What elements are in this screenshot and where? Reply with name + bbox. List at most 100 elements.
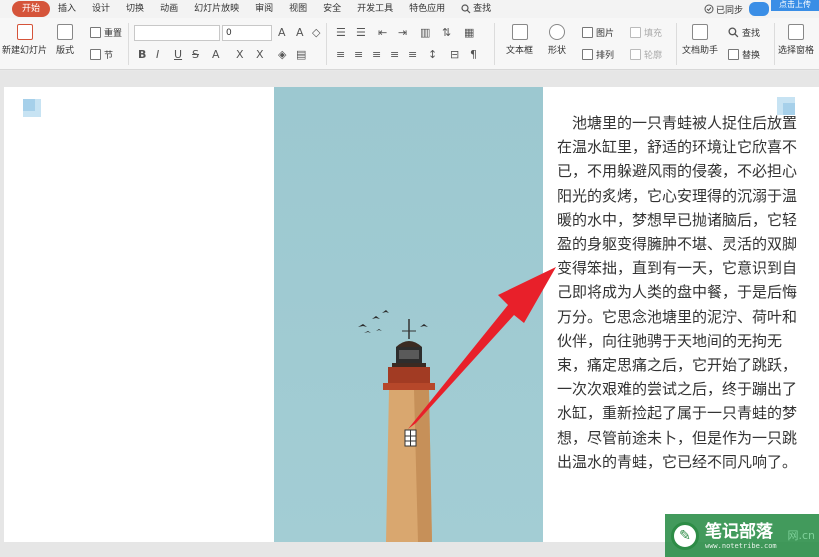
watermark-url: www.notetribe.com [705, 541, 777, 550]
align-left-icon[interactable]: ≡ [336, 48, 345, 61]
bullet-list-icon[interactable]: ☰ [336, 26, 346, 39]
new-slide-label: 新建幻灯片 [2, 46, 48, 56]
ribbon-toolbar: 新建幻灯片 版式 重置 节 0 A A ◇ B I U S A X X ◈ ▤ … [0, 18, 819, 70]
picture-label: 图片 [596, 29, 615, 39]
watermark-title: 笔记部落 [705, 521, 773, 542]
menu-tab-start[interactable]: 开始 [12, 1, 51, 17]
replace-button[interactable]: 替换 [728, 48, 760, 61]
pen-logo-icon: ✎ [671, 521, 699, 550]
layout-icon [57, 24, 73, 40]
doc-assistant-icon [692, 24, 708, 40]
fill-icon [630, 27, 641, 38]
font-size-select[interactable]: 0 [222, 25, 272, 41]
underline-icon[interactable]: U [174, 48, 182, 61]
arrange-button[interactable]: 排列 [582, 48, 614, 61]
select-pane-button[interactable]: 选择窗格 [778, 24, 814, 56]
layout-button[interactable]: 版式 [56, 24, 74, 56]
sync-check-icon [704, 4, 714, 14]
paragraph-icon[interactable]: ¶ [470, 48, 477, 61]
menu-tab-developer[interactable]: 开发工具 [349, 1, 401, 17]
replace-icon [728, 49, 739, 60]
superscript-icon[interactable]: X [236, 48, 244, 61]
slide-workspace: 池塘里的一只青蛙被人捉住后放置在温水缸里，舒适的环境让它欣喜不已，不用躲避风雨的… [0, 71, 819, 557]
eraser-icon[interactable]: ◈ [278, 48, 286, 61]
fill-button[interactable]: 填充 [630, 26, 662, 39]
select-pane-icon [788, 24, 804, 40]
doc-assistant-button[interactable]: 文档助手 [682, 24, 718, 56]
menu-tab-slideshow[interactable]: 幻灯片放映 [186, 1, 247, 17]
grow-font-icon[interactable]: A [278, 26, 286, 39]
convert-smartart-icon[interactable]: ▦ [464, 26, 474, 39]
find-button[interactable]: 查找 [728, 26, 760, 39]
shrink-font-icon[interactable]: A [296, 26, 304, 39]
number-list-icon[interactable]: ☰ [356, 26, 366, 39]
reset-label: 重置 [104, 29, 123, 39]
find-label: 查找 [742, 29, 761, 39]
menu-tab-view[interactable]: 视图 [281, 1, 315, 17]
phonetic-icon[interactable]: ▤ [296, 48, 306, 61]
section-label: 节 [104, 51, 114, 61]
vertical-align-icon[interactable]: ⊟ [450, 48, 459, 61]
outline-button[interactable]: 轮廓 [630, 48, 662, 61]
columns-icon[interactable]: ▥ [420, 26, 430, 39]
align-center-icon[interactable]: ≡ [354, 48, 363, 61]
menu-tab-special[interactable]: 特色应用 [401, 1, 453, 17]
distribute-icon[interactable]: ≡ [408, 48, 417, 61]
arrange-label: 排列 [596, 51, 615, 61]
upload-button[interactable]: 点击上传 [771, 0, 819, 11]
menu-bar: 开始 插入 设计 切换 动画 幻灯片放映 审阅 视图 安全 开发工具 特色应用 … [0, 0, 819, 18]
shape-icon [549, 24, 565, 40]
cloud-icon[interactable] [749, 2, 769, 16]
section-icon [90, 49, 101, 60]
sync-status: 已同步 [715, 5, 743, 16]
text-direction-icon[interactable]: ⇅ [442, 26, 451, 39]
replace-label: 替换 [742, 51, 761, 61]
site-watermark: ✎ 笔记部落 www.notetribe.com 网.cn [665, 514, 819, 557]
align-right-icon[interactable]: ≡ [372, 48, 381, 61]
annotation-arrow [408, 267, 556, 429]
decrease-indent-icon[interactable]: ⇤ [378, 26, 387, 39]
search-menu[interactable]: 查找 [453, 1, 499, 17]
subscript-icon[interactable]: X [256, 48, 264, 61]
menu-tab-review[interactable]: 审阅 [247, 1, 281, 17]
layout-label: 版式 [56, 46, 75, 56]
arrange-icon [582, 49, 593, 60]
font-name-select[interactable] [134, 25, 220, 41]
picture-button[interactable]: 图片 [582, 26, 614, 39]
reset-button[interactable]: 重置 [90, 26, 122, 39]
bold-icon[interactable]: B [138, 48, 146, 61]
italic-icon[interactable]: I [156, 48, 159, 61]
select-pane-label: 选择窗格 [778, 46, 815, 56]
shape-label: 形状 [548, 46, 567, 56]
find-icon [728, 27, 739, 38]
menu-tab-animation[interactable]: 动画 [152, 1, 186, 17]
menu-tab-design[interactable]: 设计 [84, 1, 118, 17]
slide-canvas[interactable]: 池塘里的一只青蛙被人捉住后放置在温水缸里，舒适的环境让它欣喜不已，不用躲避风雨的… [4, 87, 819, 542]
shape-button[interactable]: 形状 [548, 24, 566, 56]
search-label: 查找 [473, 4, 492, 14]
increase-indent-icon[interactable]: ⇥ [398, 26, 407, 39]
doc-assistant-label: 文档助手 [682, 46, 719, 56]
textbox-label: 文本框 [506, 46, 534, 56]
reset-icon [90, 27, 101, 38]
clear-format-icon[interactable]: ◇ [312, 26, 320, 39]
new-slide-icon [16, 24, 33, 40]
outline-label: 轮廓 [644, 51, 663, 61]
strikethrough-icon[interactable]: S [192, 48, 199, 61]
font-color-icon[interactable]: A [212, 48, 220, 61]
fill-label: 填充 [644, 29, 663, 39]
menu-tab-insert[interactable]: 插入 [50, 1, 84, 17]
menu-tab-transition[interactable]: 切换 [118, 1, 152, 17]
watermark-suffix: 网.cn [787, 529, 815, 542]
textbox-icon [511, 24, 528, 40]
justify-icon[interactable]: ≡ [390, 48, 399, 61]
line-spacing-icon[interactable]: ↕ [428, 48, 437, 61]
section-button[interactable]: 节 [90, 48, 113, 61]
menu-tab-security[interactable]: 安全 [315, 1, 349, 17]
new-slide-button[interactable]: 新建幻灯片 [2, 24, 47, 56]
sync-area: 已同步 点击上传 [704, 0, 819, 18]
picture-icon [582, 27, 593, 38]
textbox-button[interactable]: 文本框 [506, 24, 533, 56]
search-icon [461, 4, 471, 14]
outline-icon [630, 49, 641, 60]
